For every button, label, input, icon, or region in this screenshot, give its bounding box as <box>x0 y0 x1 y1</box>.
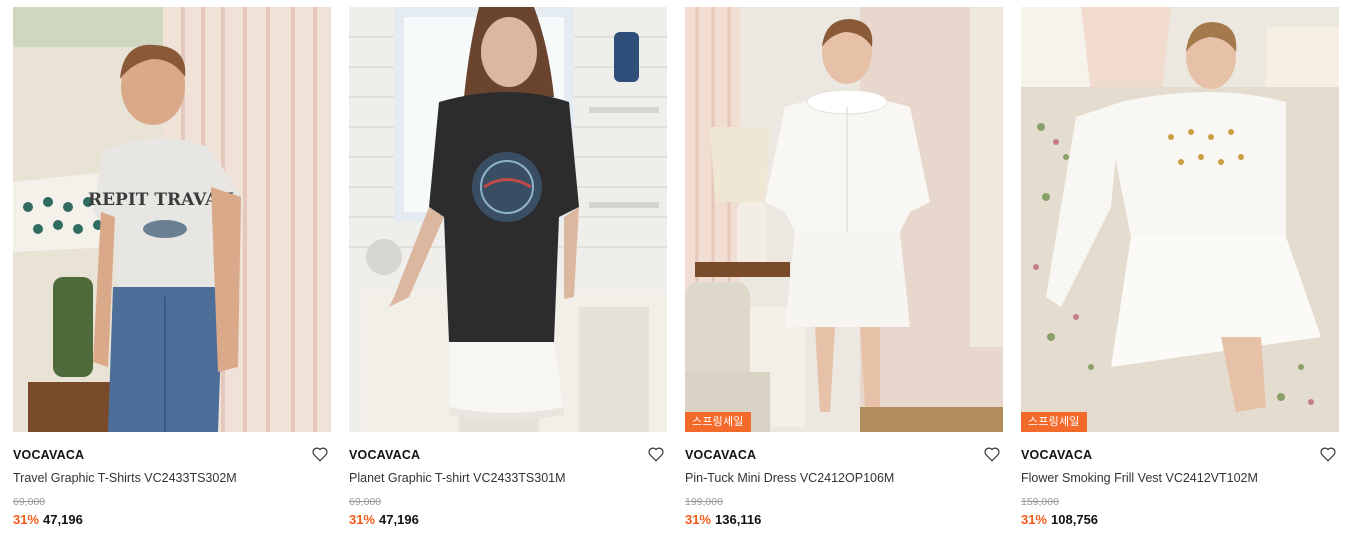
product-photo: REPIT TRAVAIL <box>13 7 331 432</box>
price-line: 31% 47,196 <box>13 512 83 527</box>
price-line: 31% 47,196 <box>349 512 419 527</box>
product-name[interactable]: Flower Smoking Frill Vest VC2412VT102M <box>1021 471 1258 485</box>
discount-rate: 31% <box>13 512 40 527</box>
price-line: 31% 108,756 <box>1021 512 1098 527</box>
discount-rate: 31% <box>349 512 376 527</box>
product-name[interactable]: Pin-Tuck Mini Dress VC2412OP106M <box>685 471 894 485</box>
product-image[interactable]: REPIT TRAVAIL <box>13 7 331 432</box>
product-card[interactable]: 스프링세일 VOCAVACA Pin-Tuck Mini Dress VC241… <box>685 7 1003 527</box>
product-name[interactable]: Planet Graphic T-shirt VC2433TS301M <box>349 471 566 485</box>
product-image[interactable] <box>349 7 667 432</box>
original-price: 159,000 <box>1021 496 1059 508</box>
product-name[interactable]: Travel Graphic T-Shirts VC2433TS302M <box>13 471 237 485</box>
wishlist-heart-icon[interactable] <box>647 445 665 463</box>
wishlist-heart-icon[interactable] <box>1319 445 1337 463</box>
product-card[interactable]: VOCAVACA Planet Graphic T-shirt VC2433TS… <box>349 7 667 527</box>
sale-price: 108,756 <box>1051 512 1099 527</box>
brand-name[interactable]: VOCAVACA <box>13 448 84 462</box>
brand-name[interactable]: VOCAVACA <box>349 448 420 462</box>
wishlist-heart-icon[interactable] <box>311 445 329 463</box>
original-price: 69,000 <box>349 496 382 508</box>
brand-name[interactable]: VOCAVACA <box>1021 448 1092 462</box>
original-price: 199,000 <box>685 496 723 508</box>
product-photo <box>685 7 1003 432</box>
sale-price: 136,116 <box>715 512 762 527</box>
wishlist-heart-icon[interactable] <box>983 445 1001 463</box>
discount-rate: 31% <box>1021 512 1048 527</box>
product-photo <box>349 7 667 432</box>
sale-badge: 스프링세일 <box>1021 412 1087 432</box>
product-image[interactable]: 스프링세일 <box>685 7 1003 432</box>
sale-price: 47,196 <box>379 512 419 527</box>
product-card[interactable]: 스프링세일 VOCAVACA Flower Smoking Frill Vest… <box>1021 7 1339 527</box>
sale-price: 47,196 <box>43 512 83 527</box>
product-card[interactable]: REPIT TRAVAIL VOCAVACA Travel Graphic T-… <box>13 7 331 527</box>
product-image[interactable]: 스프링세일 <box>1021 7 1339 432</box>
brand-name[interactable]: VOCAVACA <box>685 448 756 462</box>
sale-badge: 스프링세일 <box>685 412 751 432</box>
price-line: 31% 136,116 <box>685 512 761 527</box>
product-photo <box>1021 7 1339 432</box>
original-price: 69,000 <box>13 496 46 508</box>
discount-rate: 31% <box>685 512 712 527</box>
product-grid: REPIT TRAVAIL VOCAVACA Travel Graphic T-… <box>0 0 1351 534</box>
